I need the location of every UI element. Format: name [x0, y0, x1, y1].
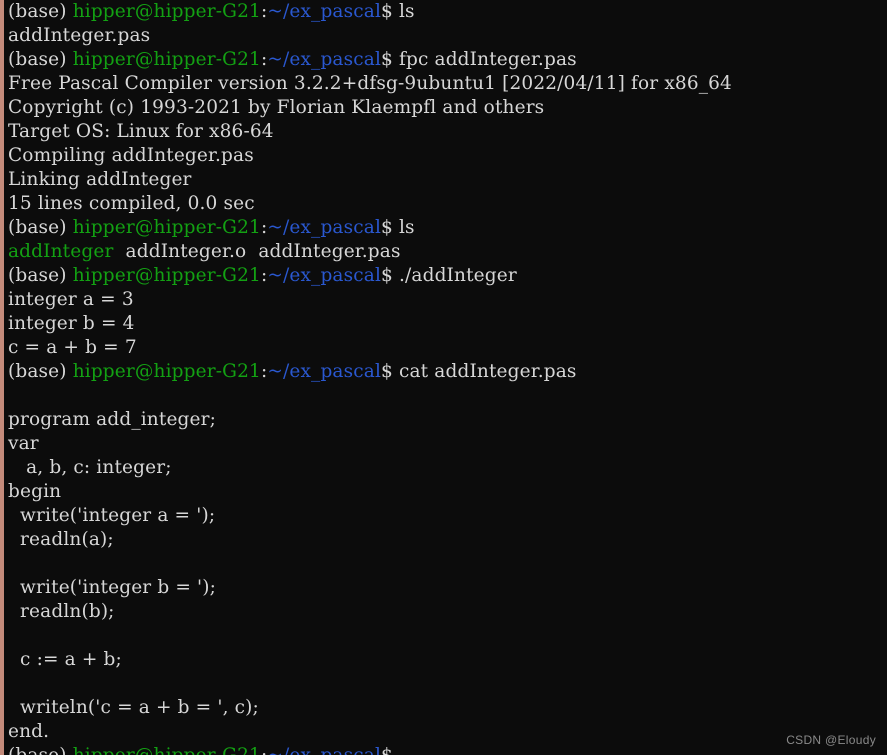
- terminal-prompt-line: (base) hipper@hipper-G21:~/ex_pascal$ ls: [8, 0, 887, 24]
- terminal-output-text: write('integer b = ');: [8, 577, 217, 598]
- terminal-output-line: writeln('c = a + b = ', c);: [8, 696, 887, 720]
- terminal-output-line: [8, 624, 887, 648]
- terminal-output-text: addInteger.pas: [8, 25, 151, 46]
- terminal-output-area[interactable]: (base) hipper@hipper-G21:~/ex_pascal$ ls…: [4, 0, 887, 755]
- terminal-output-line: Linking addInteger: [8, 168, 887, 192]
- terminal-output-text: write('integer a = ');: [8, 505, 216, 526]
- terminal-output-text: 15 lines compiled, 0.0 sec: [8, 193, 255, 214]
- terminal-output-text: readln(b);: [8, 601, 115, 622]
- terminal-output-text: c = a + b = 7: [8, 337, 137, 358]
- prompt-env: (base): [8, 1, 73, 22]
- prompt-dollar: $: [381, 745, 393, 755]
- terminal-output-line: program add_integer;: [8, 408, 887, 432]
- terminal-prompt-line: (base) hipper@hipper-G21:~/ex_pascal$ ca…: [8, 360, 887, 384]
- terminal-prompt-line: (base) hipper@hipper-G21:~/ex_pascal$ fp…: [8, 48, 887, 72]
- terminal-output-line: write('integer a = ');: [8, 504, 887, 528]
- terminal-output-line: readln(a);: [8, 528, 887, 552]
- terminal-output-text: Copyright (c) 1993-2021 by Florian Klaem…: [8, 97, 545, 118]
- prompt-dollar: $: [381, 361, 393, 382]
- terminal-prompt-line: (base) hipper@hipper-G21:~/ex_pascal$ ./…: [8, 264, 887, 288]
- terminal-output-line: [8, 384, 887, 408]
- prompt-command: ls: [392, 217, 415, 238]
- prompt-dollar: $: [381, 1, 393, 22]
- prompt-path: ~/ex_pascal: [267, 1, 382, 22]
- terminal-output-line: end.: [8, 720, 887, 744]
- terminal-prompt-line: (base) hipper@hipper-G21:~/ex_pascal$ ls: [8, 216, 887, 240]
- prompt-dollar: $: [381, 49, 393, 70]
- prompt-command: fpc addInteger.pas: [392, 49, 577, 70]
- prompt-user-host: hipper@hipper-G21: [72, 361, 261, 382]
- terminal-output-line: addInteger.pas: [8, 24, 887, 48]
- terminal-output-text: Target OS: Linux for x86-64: [8, 121, 274, 142]
- terminal-output-text: Linking addInteger: [8, 169, 192, 190]
- prompt-path: ~/ex_pascal: [267, 361, 382, 382]
- terminal-output-text: c := a + b;: [8, 649, 122, 670]
- terminal-output-text: Free Pascal Compiler version 3.2.2+dfsg-…: [8, 73, 732, 94]
- terminal-output-line: integer a = 3: [8, 288, 887, 312]
- terminal-output-line: [8, 672, 887, 696]
- prompt-command: ./addInteger: [392, 265, 517, 286]
- terminal-output-line: Target OS: Linux for x86-64: [8, 120, 887, 144]
- prompt-env: (base): [8, 217, 73, 238]
- prompt-env: (base): [8, 265, 73, 286]
- prompt-path: ~/ex_pascal: [267, 265, 382, 286]
- prompt-dollar: $: [381, 217, 393, 238]
- prompt-user-host: hipper@hipper-G21: [72, 217, 261, 238]
- terminal-output-line: Copyright (c) 1993-2021 by Florian Klaem…: [8, 96, 887, 120]
- terminal-output-line: c = a + b = 7: [8, 336, 887, 360]
- terminal-output-text: writeln('c = a + b = ', c);: [8, 697, 259, 718]
- ls-executable-entry: addInteger: [8, 241, 114, 262]
- prompt-user-host: hipper@hipper-G21: [72, 49, 261, 70]
- prompt-user-host: hipper@hipper-G21: [73, 745, 261, 755]
- prompt-path: ~/ex_pascal: [267, 745, 381, 755]
- prompt-user-host: hipper@hipper-G21: [72, 1, 261, 22]
- terminal-output-line: a, b, c: integer;: [8, 456, 887, 480]
- prompt-env: (base): [8, 361, 73, 382]
- terminal-output-text: Compiling addInteger.pas: [8, 145, 254, 166]
- prompt-command: ls: [392, 1, 415, 22]
- terminal-output-line: begin: [8, 480, 887, 504]
- terminal-prompt-line: (base) hipper@hipper-G21:~/ex_pascal$: [8, 744, 887, 755]
- prompt-command: cat addInteger.pas: [392, 361, 577, 382]
- terminal-output-text: readln(a);: [8, 529, 114, 550]
- terminal-output-text: begin: [8, 481, 62, 502]
- terminal-output-text: integer a = 3: [8, 289, 134, 310]
- terminal-output-text: end.: [8, 721, 50, 742]
- prompt-dollar: $: [381, 265, 393, 286]
- terminal-output-line: Free Pascal Compiler version 3.2.2+dfsg-…: [8, 72, 887, 96]
- terminal-output-line: c := a + b;: [8, 648, 887, 672]
- csdn-watermark: CSDN @Eloudy: [786, 733, 876, 747]
- terminal-output-text: integer b = 4: [8, 313, 135, 334]
- terminal-ls-output-line: addInteger addInteger.o addInteger.pas: [8, 240, 887, 264]
- terminal-output-line: [8, 552, 887, 576]
- terminal-output-line: Compiling addInteger.pas: [8, 144, 887, 168]
- prompt-env: (base): [8, 49, 73, 70]
- terminal-output-text: a, b, c: integer;: [8, 457, 172, 478]
- terminal-output-line: var: [8, 432, 887, 456]
- terminal-output-text: var: [8, 433, 39, 454]
- terminal-output-text: program add_integer;: [8, 409, 217, 430]
- ls-file-entries: addInteger.o addInteger.pas: [113, 241, 401, 262]
- terminal-output-line: write('integer b = ');: [8, 576, 887, 600]
- terminal-window[interactable]: (base) hipper@hipper-G21:~/ex_pascal$ ls…: [0, 0, 887, 755]
- prompt-path: ~/ex_pascal: [267, 217, 382, 238]
- terminal-output-line: readln(b);: [8, 600, 887, 624]
- prompt-env: (base): [8, 745, 73, 755]
- terminal-output-line: integer b = 4: [8, 312, 887, 336]
- terminal-output-line: 15 lines compiled, 0.0 sec: [8, 192, 887, 216]
- prompt-user-host: hipper@hipper-G21: [72, 265, 261, 286]
- prompt-path: ~/ex_pascal: [267, 49, 382, 70]
